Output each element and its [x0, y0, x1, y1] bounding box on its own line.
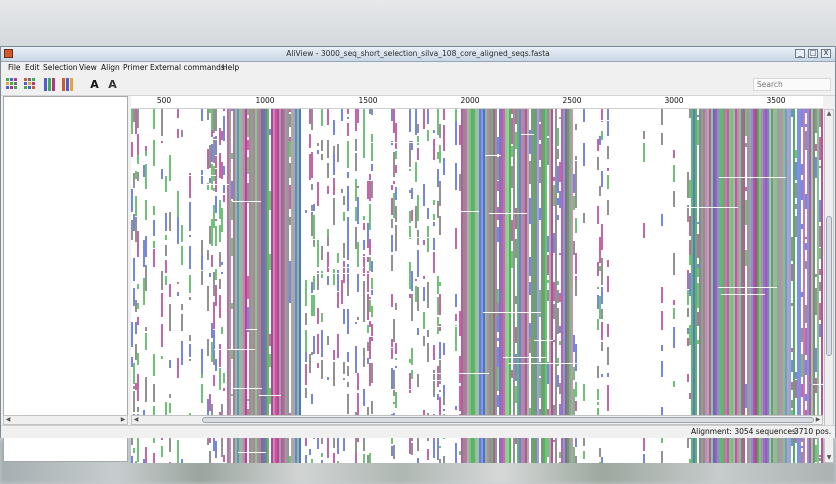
scroll-left-icon[interactable]: ◀ [132, 416, 140, 424]
ruler-tick: 2000 [460, 96, 480, 105]
font-a-icon[interactable]: A [87, 77, 102, 92]
menu-file[interactable]: File [8, 63, 21, 72]
alignment-view[interactable] [131, 109, 823, 463]
scroll-left-icon[interactable]: ◀ [4, 416, 12, 424]
ruler-tick: 3500 [766, 96, 786, 105]
menu-bar: File Edit Selection View Align Primer Ex… [1, 62, 835, 74]
toolbar: A A [1, 75, 835, 96]
alignment-canvas [131, 109, 823, 463]
scroll-up-icon[interactable]: ▲ [825, 110, 833, 118]
menu-view[interactable]: View [79, 63, 97, 72]
desktop-background-top [0, 0, 836, 46]
position-ruler: 500 1000 1500 2000 2500 3000 3500 [131, 96, 823, 109]
position-count: 3710 pos. [794, 427, 832, 436]
color-grid-alt-icon[interactable] [23, 77, 38, 92]
scroll-right-icon[interactable]: ▶ [814, 416, 822, 424]
alignment-vertical-scrollbar[interactable]: ▲ ▼ [824, 109, 834, 463]
color-bars-icon[interactable] [43, 77, 58, 92]
scroll-down-icon[interactable]: ▼ [825, 454, 833, 462]
sequence-count: Alignment: 3054 sequences [691, 427, 796, 436]
close-button[interactable]: X [821, 49, 831, 58]
scroll-right-icon[interactable]: ▶ [119, 416, 127, 424]
menu-edit[interactable]: Edit [25, 63, 40, 72]
color-grid-icon[interactable] [5, 77, 20, 92]
title-bar[interactable]: AliView - 3000_seq_short_selection_silva… [1, 47, 835, 62]
names-horizontal-scrollbar[interactable]: ◀ ▶ [3, 415, 128, 425]
status-bar: Alignment: 3054 sequences 3710 pos. [1, 425, 835, 438]
search-input[interactable] [753, 78, 831, 91]
ruler-tick: 3000 [664, 96, 684, 105]
menu-align[interactable]: Align [101, 63, 120, 72]
ruler-tick: 1000 [255, 96, 275, 105]
horizontal-scroll-thumb[interactable] [202, 417, 814, 423]
menu-selection[interactable]: Selection [43, 63, 78, 72]
ruler-tick: 2500 [562, 96, 582, 105]
window-title: AliView - 3000_seq_short_selection_silva… [286, 49, 550, 58]
color-bars-alt-icon[interactable] [61, 77, 76, 92]
font-a-bold-icon[interactable]: A [105, 77, 120, 92]
maximize-button[interactable]: □ [808, 49, 818, 58]
minimize-button[interactable]: _ [795, 49, 805, 58]
menu-help[interactable]: Help [222, 63, 239, 72]
aliview-window: AliView - 3000_seq_short_selection_silva… [0, 46, 836, 463]
menu-primer[interactable]: Primer [123, 63, 148, 72]
alignment-horizontal-scrollbar[interactable]: ◀ ▶ [131, 415, 823, 425]
ruler-tick: 1500 [358, 96, 378, 105]
vertical-scroll-thumb[interactable] [826, 216, 832, 356]
menu-external-commands[interactable]: External commands [150, 63, 225, 72]
ruler-tick: 500 [156, 96, 172, 105]
sequence-names-panel[interactable] [3, 96, 128, 462]
